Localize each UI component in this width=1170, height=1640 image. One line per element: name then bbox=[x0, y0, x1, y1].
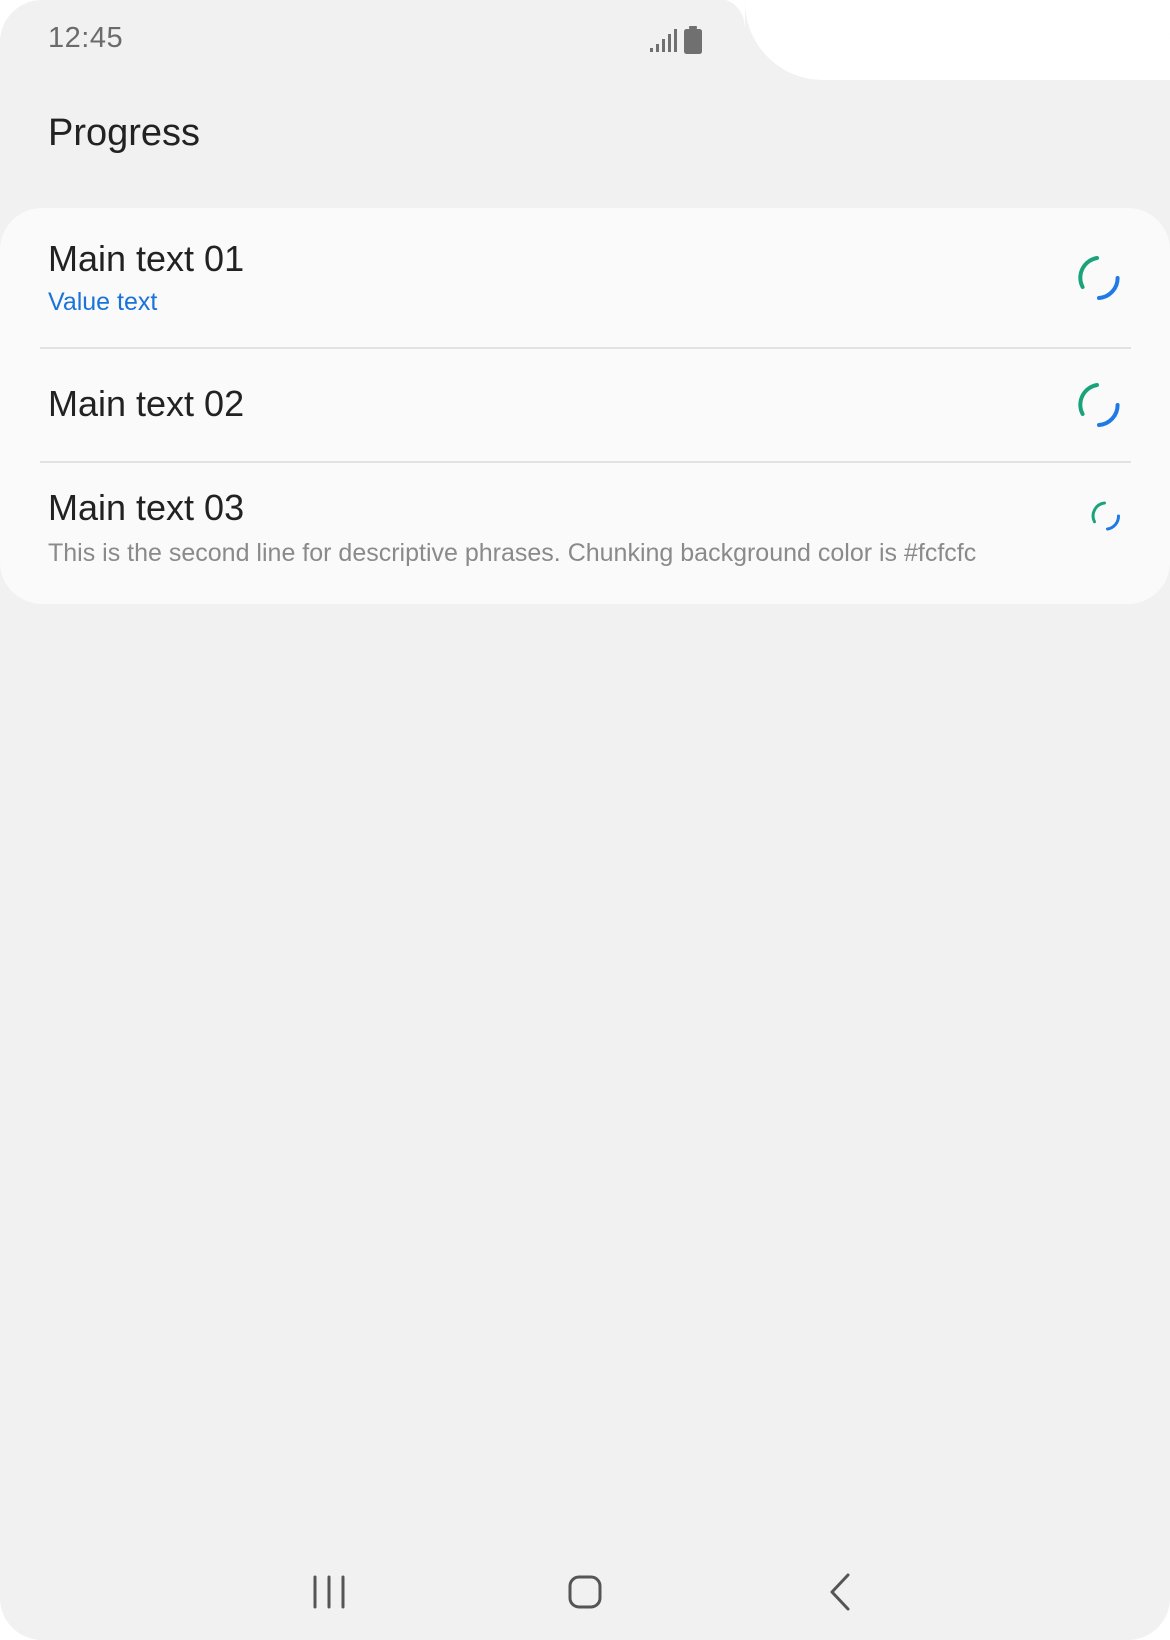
back-button[interactable] bbox=[812, 1562, 872, 1622]
status-time: 12:45 bbox=[48, 22, 124, 54]
progress-spinner-icon bbox=[1078, 383, 1120, 427]
phone-screen: 12:45 Progress Main text 01 Value text M… bbox=[0, 0, 1170, 1640]
recent-apps-icon bbox=[313, 1575, 345, 1609]
list-item-3[interactable]: Main text 03 This is the second line for… bbox=[0, 463, 1170, 604]
list-item-2[interactable]: Main text 02 bbox=[0, 349, 1170, 461]
progress-spinner-small-icon bbox=[1091, 501, 1121, 531]
home-button[interactable] bbox=[555, 1562, 615, 1622]
home-icon bbox=[568, 1575, 602, 1609]
recent-apps-button[interactable] bbox=[300, 1562, 360, 1622]
list-item-value-text: Value text bbox=[48, 288, 158, 316]
progress-spinner-icon bbox=[1078, 256, 1120, 300]
page-title: Progress bbox=[48, 112, 201, 154]
list-item-main-text: Main text 02 bbox=[48, 383, 245, 424]
list-item-description: This is the second line for descriptive … bbox=[48, 539, 977, 567]
list-item-main-text: Main text 01 bbox=[48, 238, 245, 279]
list-item-main-text: Main text 03 bbox=[48, 487, 245, 528]
camera-cutout bbox=[717, 0, 1170, 80]
back-icon bbox=[830, 1573, 850, 1611]
list-item-1[interactable]: Main text 01 Value text bbox=[0, 208, 1170, 348]
list-card: Main text 01 Value text Main text 02 Mai… bbox=[0, 208, 1170, 604]
navigation-bar bbox=[0, 1540, 1170, 1640]
battery-icon bbox=[684, 26, 702, 54]
